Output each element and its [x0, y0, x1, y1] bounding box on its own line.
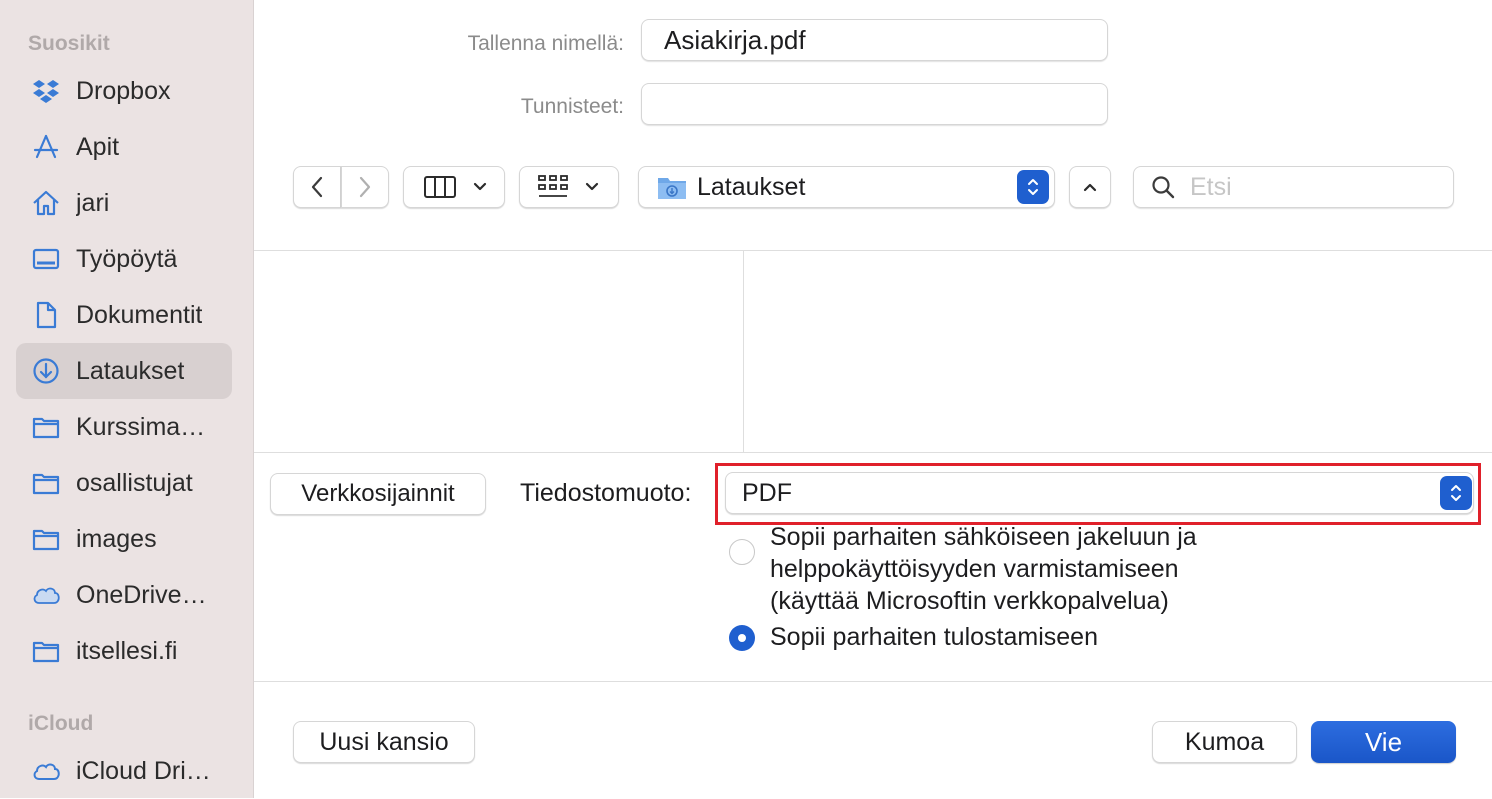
chevron-left-icon	[311, 176, 323, 198]
radio-print[interactable]	[729, 625, 755, 651]
cloud-icon	[30, 755, 62, 787]
back-button[interactable]	[293, 166, 341, 208]
apps-icon	[30, 131, 62, 163]
save-panel: Tallenna nimellä: Tunnisteet: Lataukset …	[254, 0, 1492, 798]
download-icon	[30, 355, 62, 387]
collapse-button[interactable]	[1069, 166, 1111, 208]
up-down-chevron-icon	[1451, 485, 1461, 501]
sidebar-item-jari[interactable]: jari	[16, 175, 232, 231]
cloud-icon	[30, 579, 62, 611]
sidebar-item-label: Dokumentit	[76, 300, 203, 329]
location-popup[interactable]: Lataukset	[638, 166, 1055, 208]
sidebar-item-label: Työpöytä	[76, 244, 178, 273]
format-options: Sopii parhaiten sähköiseen jakeluun ja h…	[724, 527, 1492, 657]
folder-icon	[30, 467, 62, 499]
file-format-label: Tiedostomuoto:	[520, 479, 692, 507]
sidebar-item-apit[interactable]: Apit	[16, 119, 232, 175]
document-icon	[30, 299, 62, 331]
sidebar-item-label: images	[76, 524, 157, 553]
folder-icon	[30, 523, 62, 555]
save-as-label: Tallenna nimellä:	[467, 32, 624, 55]
sidebar-item-lataukset[interactable]: Lataukset	[16, 343, 232, 399]
sidebar-item-label: Kurssima…	[76, 412, 206, 441]
radio-distribution-label: Sopii parhaiten sähköiseen jakeluun ja h…	[770, 527, 1197, 617]
sidebar-item-dokumentit[interactable]: Dokumentit	[16, 287, 232, 343]
sidebar-item-images[interactable]: images	[16, 511, 232, 567]
sidebar-item-kurssima[interactable]: Kurssima…	[16, 399, 232, 455]
forward-button[interactable]	[341, 166, 389, 208]
up-down-chevron-icon	[1028, 179, 1038, 195]
filename-input[interactable]	[641, 19, 1108, 61]
network-locations-button[interactable]: Verkkosijainnit	[270, 473, 486, 515]
location-stepper	[1017, 170, 1049, 204]
sidebar-item-onedrive[interactable]: OneDrive…	[16, 567, 232, 623]
file-format-popup[interactable]: PDF	[725, 472, 1474, 514]
icloud-header: iCloud	[28, 712, 94, 735]
cancel-button[interactable]: Kumoa	[1152, 721, 1297, 763]
folder-icon	[30, 635, 62, 667]
tags-input[interactable]	[641, 83, 1108, 125]
radio-print-label: Sopii parhaiten tulostamiseen	[770, 623, 1098, 651]
file-browser-column-2[interactable]	[744, 251, 1492, 452]
sidebar-item-label: Dropbox	[76, 76, 171, 105]
search-icon	[1152, 176, 1175, 199]
search-field[interactable]: Etsi	[1133, 166, 1454, 208]
sidebar-item-label: Lataukset	[76, 356, 185, 385]
file-browser-column-1[interactable]	[254, 251, 743, 452]
location-label: Lataukset	[697, 172, 806, 201]
sidebar-item-label: osallistujat	[76, 468, 193, 497]
chevron-down-icon	[585, 182, 599, 191]
sidebar-item-dropbox[interactable]: Dropbox	[16, 63, 232, 119]
dropbox-icon	[30, 75, 62, 107]
chevron-right-icon	[359, 176, 371, 198]
tags-label: Tunnisteet:	[520, 95, 624, 118]
export-button[interactable]: Vie	[1311, 721, 1456, 763]
sidebar-item-label: OneDrive…	[76, 580, 207, 609]
sidebar-item-label: iCloud Dri…	[76, 756, 211, 785]
radio-distribution-line-2: helppokäyttöisyyden varmistamiseen	[770, 555, 1179, 583]
group-button[interactable]	[519, 166, 619, 208]
desktop-icon	[30, 243, 62, 275]
radio-distribution[interactable]	[729, 539, 755, 565]
sidebar-item-label: itsellesi.fi	[76, 636, 178, 665]
divider	[254, 452, 1492, 453]
columns-view-icon	[424, 176, 456, 198]
favorites-header: Suosikit	[28, 32, 110, 55]
grid-view-icon	[538, 175, 568, 197]
search-placeholder: Etsi	[1190, 172, 1232, 201]
view-mode-button[interactable]	[403, 166, 505, 208]
new-folder-button[interactable]: Uusi kansio	[293, 721, 475, 763]
sidebar-item-osallistujat[interactable]: osallistujat	[16, 455, 232, 511]
radio-distribution-line-1: Sopii parhaiten sähköiseen jakeluun ja	[770, 527, 1197, 551]
sidebar-item-itsellesi[interactable]: itsellesi.fi	[16, 623, 232, 679]
divider	[254, 681, 1492, 682]
home-icon	[30, 187, 62, 219]
sidebar: Suosikit Dropbox Apit jari Työpöytä Doku…	[0, 0, 254, 798]
chevron-down-icon	[473, 182, 487, 191]
radio-distribution-line-3: (käyttää Microsoftin verkkopalvelua)	[770, 587, 1169, 615]
format-stepper	[1440, 476, 1472, 510]
sidebar-item-label: Apit	[76, 132, 120, 161]
downloads-folder-icon	[658, 178, 686, 199]
chevron-up-icon	[1083, 183, 1097, 192]
file-format-value: PDF	[742, 478, 792, 507]
sidebar-item-label: jari	[76, 188, 110, 217]
sidebar-item-icloud-drive[interactable]: iCloud Dri…	[16, 743, 232, 799]
folder-icon	[30, 411, 62, 443]
sidebar-item-tyopoyta[interactable]: Työpöytä	[16, 231, 232, 287]
